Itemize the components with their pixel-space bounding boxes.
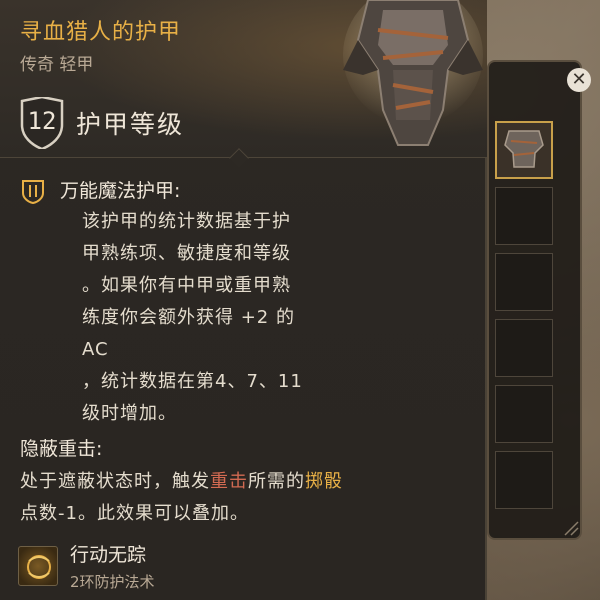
- close-icon[interactable]: ✕: [567, 68, 591, 92]
- item-tooltip-panel: 寻血猎人的护甲 传奇 轻甲 12 护甲等级 万能魔法护甲: 该护甲的统计数据基于…: [0, 0, 487, 600]
- resize-handle-icon[interactable]: [563, 520, 579, 536]
- spell-level: 2环防护法术: [70, 573, 155, 591]
- hidden-strike-line-1: 处于遮蔽状态时，触发重击所需的掷骰: [20, 466, 440, 498]
- hidden-strike-description: 处于遮蔽状态时，触发重击所需的掷骰 点数-1。此效果可以叠加。: [20, 466, 440, 530]
- feature-description: 该护甲的统计数据基于护 甲熟练项、敏捷度和等级 。如果你有中甲或重甲熟 练度你会…: [82, 206, 382, 430]
- feature-line: ，统计数据在第4、7、11: [82, 371, 303, 392]
- item-rarity-type: 传奇 轻甲: [20, 55, 94, 75]
- feature-line: AC: [82, 339, 109, 360]
- feature-line: 。如果你有中甲或重甲熟: [82, 275, 291, 296]
- armor-art-icon: [343, 0, 483, 146]
- armor-bracket-icon: [22, 180, 44, 204]
- hidden-strike-title: 隐蔽重击:: [20, 438, 103, 460]
- armor-thumbnail-icon: [504, 130, 544, 168]
- text-segment: 处于遮蔽状态时，触发: [20, 471, 210, 492]
- empty-slot[interactable]: [495, 187, 553, 245]
- feature-title: 万能魔法护甲:: [60, 180, 181, 202]
- armor-slot[interactable]: [495, 121, 553, 179]
- tooltip-header: 寻血猎人的护甲 传奇 轻甲 12 护甲等级: [0, 0, 487, 158]
- spell-text: 行动无踪 2环防护法术: [70, 540, 155, 592]
- empty-slot[interactable]: [495, 385, 553, 443]
- spell-icon: [18, 546, 58, 586]
- feature-line: 级时增加。: [82, 403, 177, 424]
- text-segment: 所需的: [248, 471, 305, 492]
- empty-slot[interactable]: [495, 319, 553, 377]
- dice-roll-link[interactable]: 掷骰: [305, 471, 343, 492]
- granted-spell[interactable]: 行动无踪 2环防护法术: [18, 540, 155, 592]
- item-name: 寻血猎人的护甲: [20, 20, 182, 45]
- empty-slot[interactable]: [495, 253, 553, 311]
- critical-hit-link[interactable]: 重击: [210, 471, 248, 492]
- armor-class-label: 护甲等级: [76, 110, 185, 139]
- feature-line: 甲熟练项、敏捷度和等级: [82, 243, 291, 264]
- feature-line: 练度你会额外获得 +2 的: [82, 307, 295, 328]
- armor-class-value: 12: [27, 107, 57, 135]
- armor-class-shield-icon: 12: [18, 95, 66, 151]
- spell-name: 行动无踪: [70, 544, 147, 566]
- empty-slot[interactable]: [495, 451, 553, 509]
- hidden-strike-line-2: 点数-1。此效果可以叠加。: [20, 503, 249, 524]
- feature-line: 该护甲的统计数据基于护: [82, 211, 291, 232]
- armor-class-row: 12 护甲等级: [18, 95, 185, 151]
